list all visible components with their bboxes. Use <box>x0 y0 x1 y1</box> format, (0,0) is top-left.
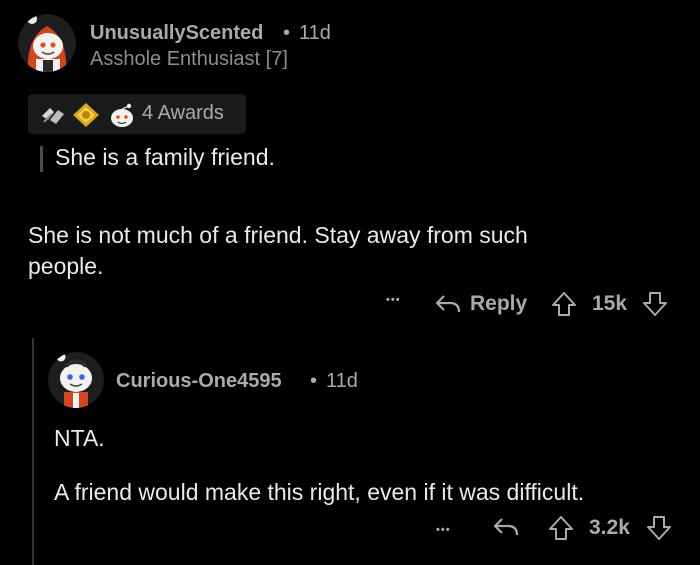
comment-thread: UnusuallyScented • 11d Asshole Enthusias… <box>0 0 700 565</box>
reply-button[interactable]: Reply <box>434 288 530 322</box>
timestamp: 11d <box>299 22 331 44</box>
thread-line[interactable] <box>32 338 34 565</box>
snoo-avatar-icon <box>48 352 104 408</box>
upvote-arrow-icon[interactable] <box>550 290 578 318</box>
timestamp: 11d <box>326 370 358 392</box>
comment-body-line: NTA. <box>54 425 105 451</box>
reply-arrow-icon[interactable] <box>492 515 520 539</box>
downvote-arrow-icon[interactable] <box>645 514 673 542</box>
reply-arrow-icon <box>435 295 461 313</box>
separator-dot: • <box>283 22 291 44</box>
avatar[interactable] <box>48 352 104 408</box>
comment-body-line: people. <box>28 253 104 279</box>
awards-bar[interactable]: 4 Awards <box>28 94 246 134</box>
awards-count: 4 Awards <box>142 102 224 124</box>
wholesome-award-icon <box>111 103 133 127</box>
username[interactable]: Curious-One4595 <box>116 370 282 393</box>
snoo-avatar-icon <box>18 14 76 72</box>
separator-dot: • <box>310 370 318 392</box>
helpful-hands-award-icon <box>42 108 64 124</box>
username[interactable]: UnusuallyScented <box>90 22 263 45</box>
avatar[interactable] <box>18 14 76 72</box>
comment-body-line: A friend would make this right, even if … <box>54 479 585 505</box>
vote-score: 15k <box>592 292 628 315</box>
user-flair: Asshole Enthusiast [7] <box>90 48 288 70</box>
upvote-arrow-icon[interactable] <box>547 514 575 542</box>
quote-bar <box>40 146 43 172</box>
reply-label: Reply <box>470 292 528 315</box>
more-options-button[interactable]: ••• <box>386 294 401 306</box>
downvote-arrow-icon[interactable] <box>641 290 669 318</box>
gold-award-icon <box>73 103 99 127</box>
comment-body-line: She is not much of a friend. Stay away f… <box>28 222 528 248</box>
vote-score: 3.2k <box>589 516 630 539</box>
more-options-button[interactable]: ••• <box>436 524 451 536</box>
quote-text: She is a family friend. <box>55 144 275 170</box>
